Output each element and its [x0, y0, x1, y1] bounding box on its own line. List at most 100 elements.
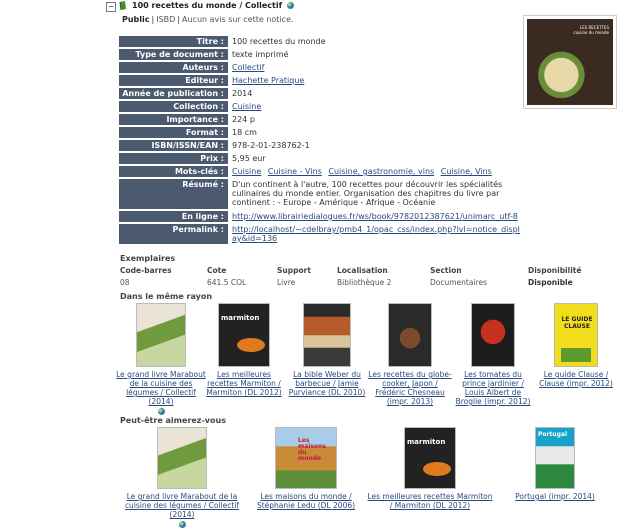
- col-cote: Cote: [207, 266, 227, 275]
- suggestion-caption[interactable]: Le grand livre Marabout de la cuisine de…: [124, 492, 240, 519]
- shelf-item[interactable]: La bible Weber du barbecue / Jamie Purvi…: [288, 303, 366, 397]
- shelf-item[interactable]: LE GUIDE CLAUSE Le guide Clause / Clause…: [538, 303, 614, 388]
- notice-link[interactable]: Hachette Pratique: [232, 76, 304, 85]
- resume-value: D'un continent à l'autre, 100 recettes p…: [232, 180, 503, 207]
- book-cover[interactable]: LES RECETTES cuisine du monde: [523, 15, 617, 109]
- notice-value: 5,95 eur: [228, 153, 526, 164]
- notice-label: Type de document :: [119, 49, 228, 60]
- same-shelf-title: Dans le même rayon: [120, 292, 213, 301]
- suggestion-caption[interactable]: Les maisons du monde / Stéphanie Ledu (D…: [254, 492, 358, 510]
- keyword-link[interactable]: Cuisine - Vins: [268, 167, 322, 176]
- notice-text: 100 recettes du monde: [232, 37, 326, 46]
- cell-cote: 641.5 COL: [207, 278, 247, 287]
- shelf-thumb: [388, 303, 432, 367]
- suggestion-caption[interactable]: Portugal (impr. 2014): [512, 492, 598, 501]
- shelf-item[interactable]: Les recettes du globe-cooker, Japon / Fr…: [368, 303, 452, 406]
- shelf-thumb: marmiton: [218, 303, 270, 367]
- notice-link[interactable]: Collectif: [232, 63, 264, 72]
- tab-public[interactable]: Public: [122, 15, 150, 24]
- globe-icon[interactable]: [157, 407, 165, 415]
- notice-text: 5,95 eur: [232, 154, 266, 163]
- suggestion-item[interactable]: Les maisons du monde Les maisons du mond…: [254, 427, 358, 510]
- notice-value: texte imprimé: [228, 49, 526, 60]
- keyword-link[interactable]: Cuisine, Vins: [441, 167, 492, 176]
- shelf-caption[interactable]: La bible Weber du barbecue / Jamie Purvi…: [288, 370, 366, 397]
- online-label: En ligne :: [119, 211, 228, 222]
- notice-text: texte imprimé: [232, 50, 289, 59]
- shelf-item[interactable]: marmiton Les meilleures recettes Marmito…: [206, 303, 282, 397]
- online-link[interactable]: http://www.librairiedialogues.fr/ws/book…: [232, 212, 518, 221]
- shelf-caption[interactable]: Le grand livre Marabout de la cuisine de…: [116, 370, 206, 406]
- permalink-row: Permalink : http://localhost/~cdelbray/p…: [119, 224, 526, 244]
- notice-label: Auteurs :: [119, 62, 228, 73]
- shelf-thumb: [136, 303, 186, 367]
- notice-text: 18 cm: [232, 128, 257, 137]
- notice-row: Editeur : Hachette Pratique: [119, 75, 526, 86]
- notice-text: 2014: [232, 89, 253, 98]
- notice-row: Format : 18 cm: [119, 127, 526, 138]
- notice-row: Année de publication : 2014: [119, 88, 526, 99]
- keyword-link[interactable]: Cuisine, gastronomie, vins: [328, 167, 434, 176]
- permalink-label: Permalink :: [119, 224, 228, 244]
- tab-isbd[interactable]: ISBD: [156, 15, 175, 24]
- notice-table: Titre : 100 recettes du monde Type de docu…: [119, 34, 526, 246]
- notice-value: 978-2-01-238762-1: [228, 140, 526, 151]
- notice-row: Importance : 224 p: [119, 114, 526, 125]
- notice-value: Cuisine: [228, 101, 526, 112]
- notice-value: Hachette Pratique: [228, 75, 526, 86]
- suggestion-caption[interactable]: Les meilleures recettes Marmiton / Marmi…: [366, 492, 494, 510]
- suggestion-thumb: [157, 427, 207, 489]
- notice-title: 100 recettes du monde / Collectif: [132, 1, 283, 10]
- keywords-row: Mots-clés : Cuisine Cuisine - Vins Cuisi…: [119, 166, 526, 177]
- cell-location: Bibliothèque 2: [337, 278, 392, 287]
- book-icon: [119, 1, 126, 11]
- notice-text: 978-2-01-238762-1: [232, 141, 310, 150]
- resume-label: Résumé :: [119, 179, 228, 209]
- keywords-label: Mots-clés :: [119, 166, 228, 177]
- shelf-caption[interactable]: Les recettes du globe-cooker, Japon / Fr…: [368, 370, 452, 406]
- notice-value: Collectif: [228, 62, 526, 73]
- keyword-link[interactable]: Cuisine: [232, 167, 261, 176]
- notice-value: 18 cm: [228, 127, 526, 138]
- suggestion-item[interactable]: Le grand livre Marabout de la cuisine de…: [124, 427, 240, 528]
- col-section: Section: [430, 266, 462, 275]
- notice-text: 224 p: [232, 115, 255, 124]
- cover-badge: LES RECETTES cuisine du monde: [573, 25, 609, 35]
- shelf-caption[interactable]: Le guide Clause / Clause (impr. 2012): [538, 370, 614, 388]
- col-support: Support: [277, 266, 311, 275]
- notice-label: Prix :: [119, 153, 228, 164]
- notice-label: Editeur :: [119, 75, 228, 86]
- cover-image: LES RECETTES cuisine du monde: [527, 19, 613, 105]
- resume-row: Résumé : D'un continent à l'autre, 100 r…: [119, 179, 526, 209]
- collapse-toggle[interactable]: −: [106, 2, 116, 12]
- suggestions-title: Peut-être aimerez-vous: [120, 416, 226, 425]
- notice-label: Titre :: [119, 36, 228, 47]
- permalink-link[interactable]: http://localhost/~cdelbray/pmb4_1/opac_c…: [232, 225, 520, 243]
- notice-label: Format :: [119, 127, 228, 138]
- shelf-caption[interactable]: Les tomates du prince jardinier / Louis …: [452, 370, 534, 406]
- notice-link[interactable]: Cuisine: [232, 102, 261, 111]
- shelf-item[interactable]: Le grand livre Marabout de la cuisine de…: [116, 303, 206, 415]
- notice-row: ISBN/ISSN/EAN : 978-2-01-238762-1: [119, 140, 526, 151]
- globe-icon[interactable]: [286, 2, 294, 9]
- notice-label: Année de publication :: [119, 88, 228, 99]
- notice-title-line: 100 recettes du monde / Collectif: [132, 1, 294, 10]
- notice-row: Titre : 100 recettes du monde: [119, 36, 526, 47]
- suggestion-thumb: Les maisons du monde: [275, 427, 337, 489]
- shelf-thumb: [303, 303, 351, 367]
- notice-row: Auteurs : Collectif: [119, 62, 526, 73]
- view-tabs: Public | ISBD | Aucun avis sur cette notice.: [122, 15, 294, 24]
- col-barcode: Code-barres: [120, 266, 172, 275]
- cell-availability: Disponible: [528, 278, 573, 287]
- online-row: En ligne : http://www.librairiedialogues…: [119, 211, 526, 222]
- suggestion-item[interactable]: marmiton Les meilleures recettes Marmito…: [366, 427, 494, 510]
- col-availability: Disponibilité: [528, 266, 582, 275]
- notice-value: 2014: [228, 88, 526, 99]
- suggestion-thumb: marmiton: [404, 427, 456, 489]
- tab-reviews[interactable]: Aucun avis sur cette notice.: [182, 15, 294, 24]
- shelf-item[interactable]: Les tomates du prince jardinier / Louis …: [452, 303, 534, 406]
- suggestion-item[interactable]: Portugal Portugal (impr. 2014): [512, 427, 598, 501]
- cell-support: Livre: [277, 278, 296, 287]
- shelf-caption[interactable]: Les meilleures recettes Marmiton / Marmi…: [206, 370, 282, 397]
- keywords-value: Cuisine Cuisine - Vins Cuisine, gastrono…: [228, 166, 526, 177]
